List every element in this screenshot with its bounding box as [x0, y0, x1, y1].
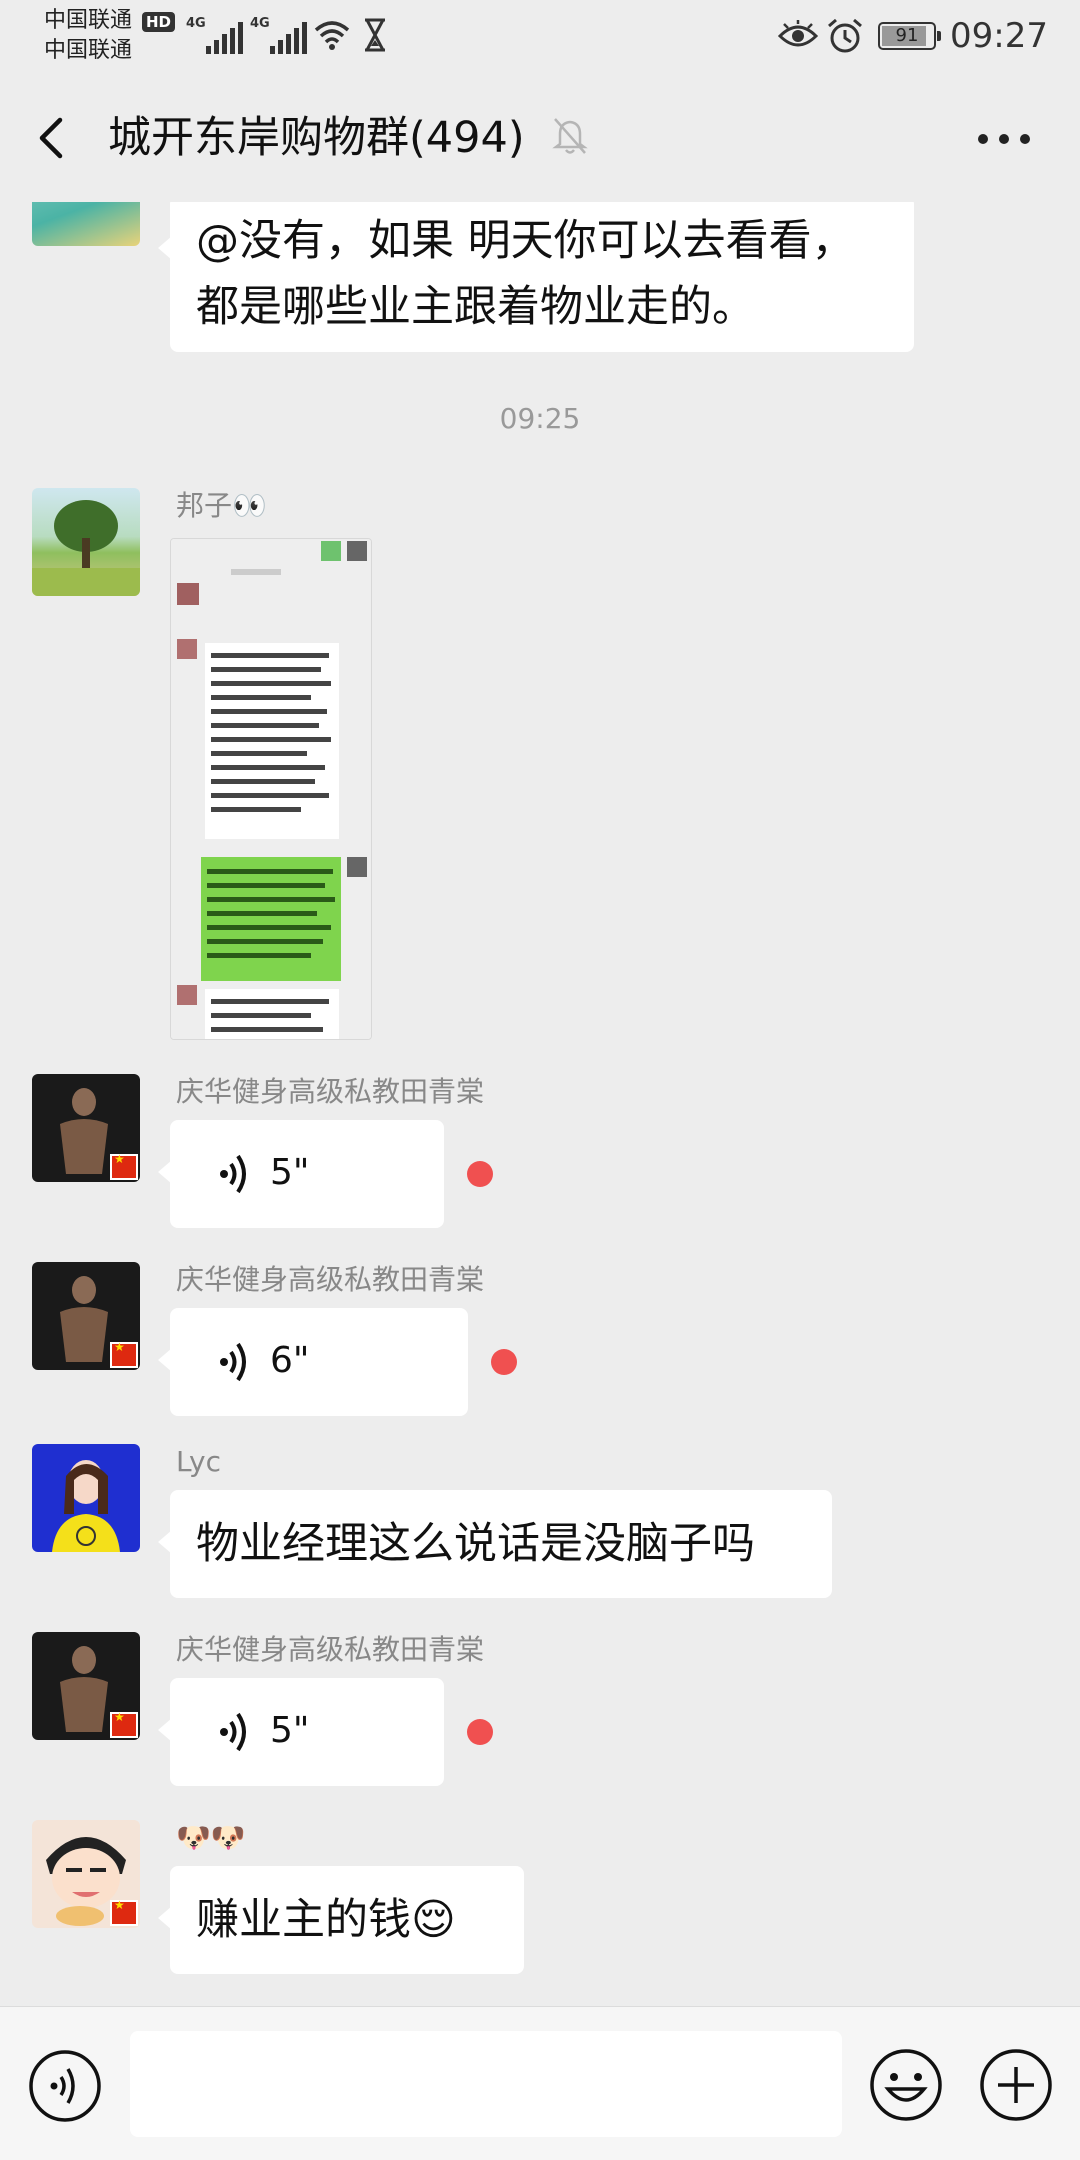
message-bubble[interactable]: 赚业主的钱😌: [158, 1866, 524, 1974]
avatar[interactable]: [32, 1262, 140, 1370]
network-type-1: 4G: [186, 16, 206, 31]
avatar[interactable]: [32, 1820, 140, 1928]
sender-name: 🐶🐶: [176, 1821, 246, 1854]
chat-header: 城开东岸购物群(494): [0, 74, 1080, 202]
voice-wave-icon: [220, 1342, 246, 1382]
voice-wave-icon: [220, 1154, 246, 1194]
time-divider: 09:25: [499, 402, 581, 435]
chat-title[interactable]: 城开东岸购物群(494): [108, 108, 525, 168]
china-flag-badge: [110, 1340, 138, 1368]
message-text: 赚业主的钱😌: [196, 1895, 456, 1945]
image-message[interactable]: [170, 538, 372, 1040]
eye-icon: [778, 20, 818, 47]
voice-toggle-icon[interactable]: [28, 2049, 102, 2123]
message-text-line: @没有，如果 明天你可以去看看，: [196, 216, 855, 266]
message-input[interactable]: [130, 2031, 842, 2137]
input-bar: [0, 2006, 1080, 2160]
message-bubble[interactable]: 物业经理这么说话是没脑子吗: [158, 1490, 832, 1598]
message-text: 物业经理这么说话是没脑子吗: [196, 1519, 755, 1569]
voice-duration: 6": [270, 1340, 310, 1381]
message-bubble[interactable]: @没有，如果 明天你可以去看看， 都是哪些业主跟着物业走的。: [158, 202, 914, 352]
avatar[interactable]: [32, 1444, 140, 1552]
status-bar: 中国联通 中国联通 HD 4G 4G 91 09:27: [0, 0, 1080, 74]
alarm-icon: [828, 18, 862, 53]
unread-dot: [491, 1349, 517, 1375]
china-flag-badge: [110, 1710, 138, 1738]
voice-message[interactable]: 5": [158, 1120, 444, 1228]
battery-level: 91: [895, 25, 919, 46]
china-flag-badge: [110, 1898, 138, 1926]
voice-wave-icon: [220, 1712, 246, 1752]
mute-bell-icon: [552, 118, 588, 154]
voice-message[interactable]: 5": [158, 1678, 444, 1786]
carrier-labels: 中国联通 中国联通: [44, 6, 132, 66]
avatar[interactable]: [32, 1074, 140, 1182]
sender-name: Lyc: [176, 1445, 221, 1478]
hd-badge: HD: [142, 12, 176, 32]
back-button[interactable]: [28, 112, 80, 164]
hourglass-icon: [365, 18, 385, 52]
emoji-icon[interactable]: [868, 2047, 944, 2123]
carrier-1: 中国联通: [44, 8, 133, 33]
avatar[interactable]: [32, 202, 140, 246]
message-list[interactable]: @没有，如果 明天你可以去看看， 都是哪些业主跟着物业走的。 09:25 邦子👀: [0, 202, 1080, 2002]
avatar[interactable]: [32, 488, 140, 596]
sender-name: 庆华健身高级私教田青棠: [176, 1263, 485, 1296]
network-type-2: 4G: [250, 16, 270, 31]
sender-name: 邦子👀: [176, 489, 267, 522]
unread-dot: [467, 1719, 493, 1745]
china-flag-badge: [110, 1152, 138, 1180]
message-text-line: 都是哪些业主跟着物业走的。: [196, 282, 755, 332]
voice-duration: 5": [270, 1710, 310, 1751]
sender-name: 庆华健身高级私教田青棠: [176, 1633, 485, 1666]
voice-message[interactable]: 6": [158, 1308, 468, 1416]
sender-name: 庆华健身高级私教田青棠: [176, 1075, 485, 1108]
status-clock: 09:27: [950, 16, 1048, 56]
wifi-icon: [314, 21, 350, 50]
battery-indicator: 91: [878, 22, 941, 50]
unread-dot: [467, 1161, 493, 1187]
voice-duration: 5": [270, 1152, 310, 1193]
more-icon[interactable]: [974, 118, 1034, 158]
carrier-2: 中国联通: [44, 38, 133, 63]
plus-icon[interactable]: [978, 2047, 1054, 2123]
avatar[interactable]: [32, 1632, 140, 1740]
